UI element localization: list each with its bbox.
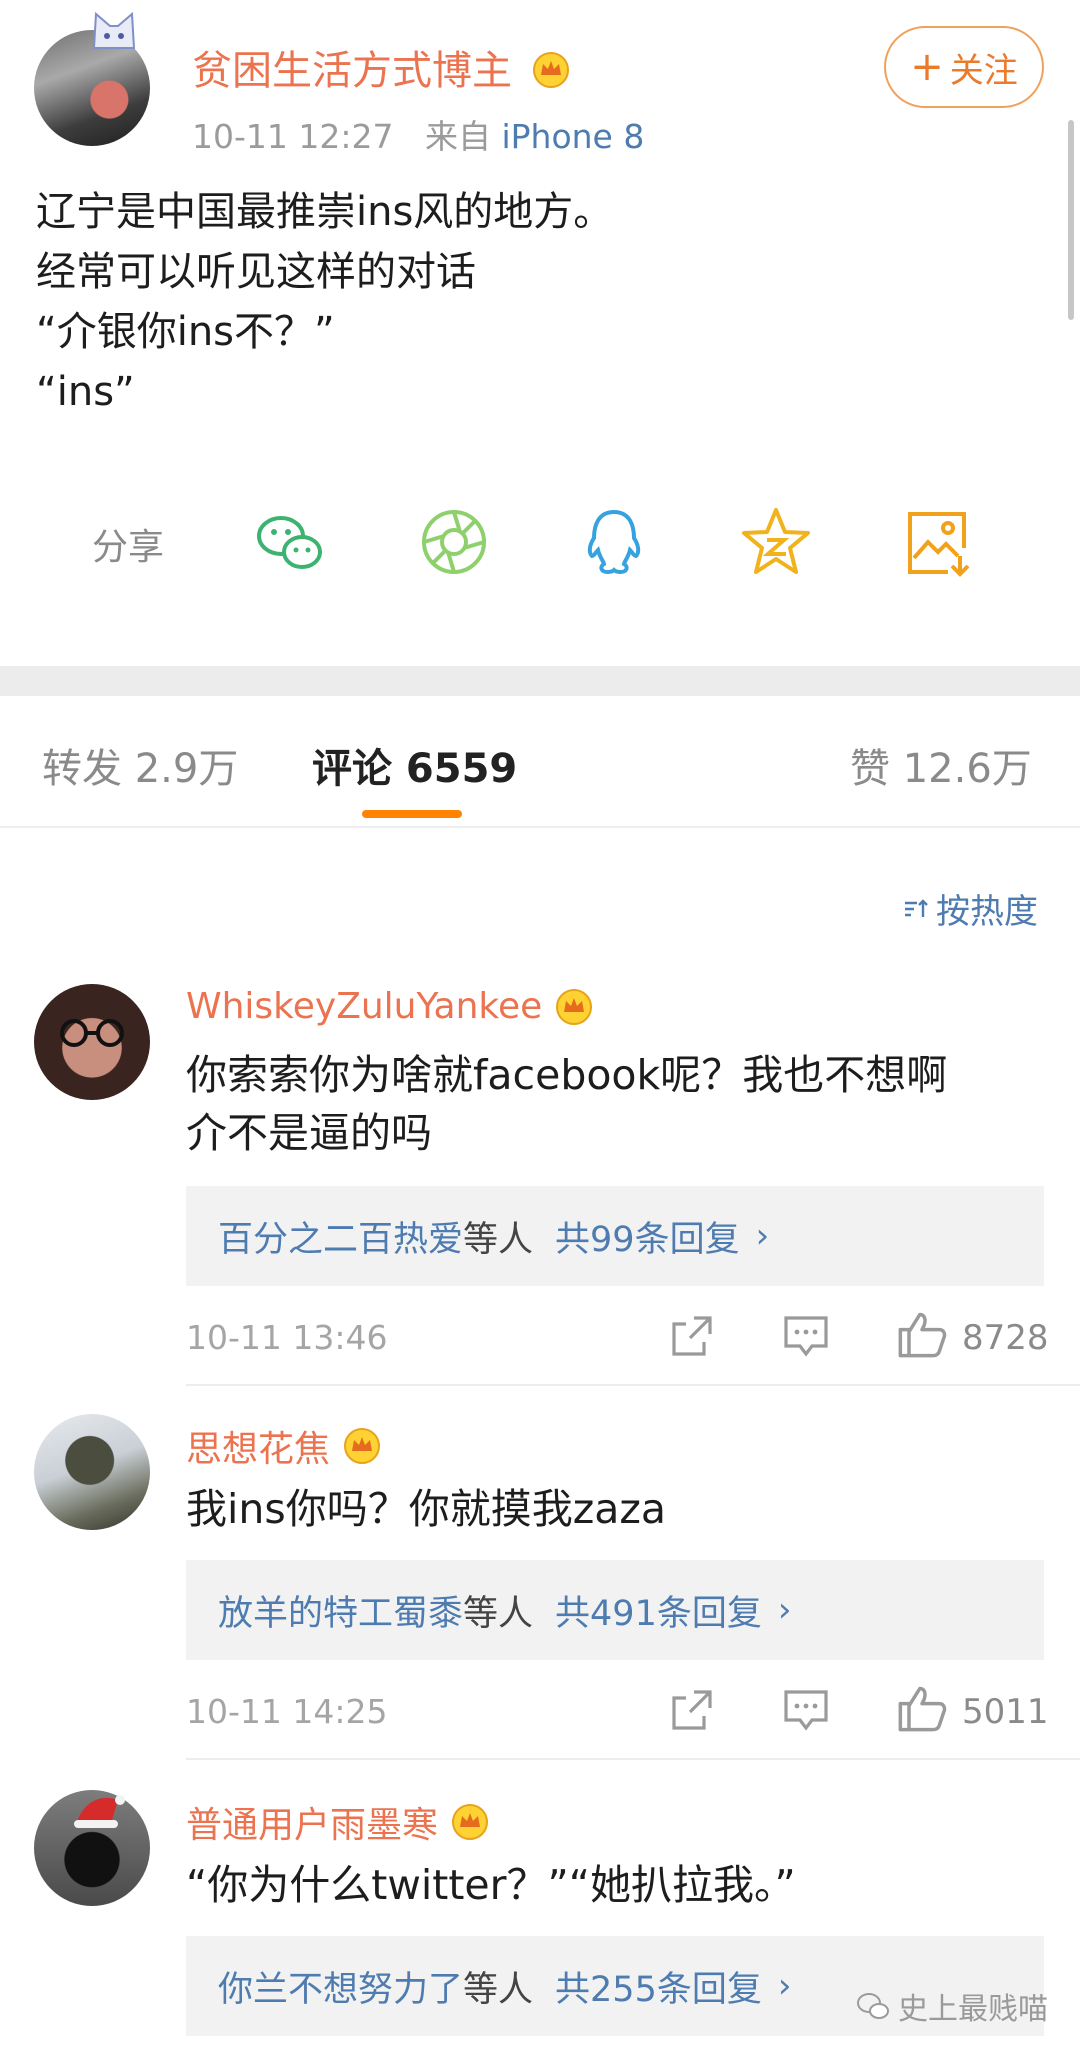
replies-summary[interactable]: 放羊的特工蜀黍 等人 共491条回复 ›	[186, 1560, 1044, 1660]
qzone-icon[interactable]	[736, 502, 816, 582]
section-divider-band	[0, 666, 1080, 696]
moments-icon[interactable]	[414, 502, 494, 582]
post-time: 10-11 12:27	[192, 117, 394, 156]
vip-crown-icon	[556, 988, 593, 1025]
reply-user[interactable]: 你兰不想努力了	[218, 1961, 463, 2012]
like-icon[interactable]	[896, 1682, 948, 1734]
comment-text: 我ins你吗？你就摸我zaza	[186, 1485, 667, 1533]
share-label: 分享	[92, 527, 165, 568]
comment-text: “你为什么twitter？”“她扒拉我。”	[186, 1861, 796, 1909]
wechat-watermark-icon	[857, 1993, 889, 2019]
author-name[interactable]: 贫困生活方式博主	[192, 38, 571, 96]
reply-comment-icon[interactable]	[782, 1312, 830, 1360]
reply-mid-text: 等人	[463, 1219, 534, 1260]
watermark: 史上最贱喵	[856, 1984, 1048, 2028]
glasses-decoration-icon	[60, 1019, 124, 1047]
reply-count: 共491条回复	[555, 1593, 762, 1634]
cat-ears-decoration-icon	[92, 11, 136, 49]
tab-comments[interactable]: 评论 6559	[312, 736, 517, 794]
tab-likes[interactable]: 赞 12.6万	[850, 736, 1032, 794]
like-count: 5011	[962, 1692, 1049, 1732]
share-comment-icon[interactable]	[668, 1312, 716, 1360]
scrollbar[interactable]	[1068, 120, 1074, 320]
like-icon[interactable]	[896, 1308, 948, 1360]
tab-reposts[interactable]: 转发 2.9万	[42, 736, 238, 794]
vip-crown-icon	[452, 1804, 489, 1840]
reply-mid-text: 等人	[463, 1969, 534, 2010]
tabs-divider	[0, 826, 1080, 828]
comment-divider	[186, 1758, 1080, 1760]
watermark-text: 史上最贱喵	[898, 1992, 1048, 2027]
reply-user[interactable]: 放羊的特工蜀黍	[218, 1585, 463, 1636]
reply-comment-icon[interactable]	[782, 1686, 830, 1734]
sort-label: 按热度	[936, 892, 1038, 932]
follow-label: 关注	[949, 50, 1018, 91]
comment-author[interactable]: 思想花焦	[186, 1420, 382, 1472]
reply-count: 共255条回复	[555, 1969, 762, 2010]
reply-user[interactable]: 百分之二百热爱	[218, 1211, 463, 1262]
replies-summary[interactable]: 百分之二百热爱 等人 共99条回复 ›	[186, 1186, 1044, 1286]
chevron-right-icon: ›	[777, 1590, 792, 1630]
post-body: 辽宁是中国最推崇ins风的地方。 经常可以听见这样的对话 “介银你ins不？” …	[36, 189, 614, 415]
comment-author[interactable]: 普通用户雨墨寒	[186, 1796, 490, 1848]
post-source[interactable]: iPhone 8	[501, 117, 644, 156]
comment-divider	[186, 1384, 1080, 1386]
post-meta: 10-11 12:27 来自 iPhone 8	[192, 110, 644, 158]
active-tab-indicator	[362, 810, 462, 818]
sort-by-hot-button[interactable]: 按热度	[902, 884, 1038, 933]
share-comment-icon[interactable]	[668, 1686, 716, 1734]
comment-text: 你索索你为啥就facebook呢？我也不想啊 介不是逼的吗	[186, 1051, 948, 1157]
sort-icon	[905, 898, 928, 917]
chevron-right-icon: ›	[755, 1216, 770, 1256]
comment-time: 10-11 14:25	[186, 1692, 388, 1731]
reply-mid-text: 等人	[463, 1593, 534, 1634]
reply-count: 共99条回复	[555, 1219, 740, 1260]
source-prefix: 来自	[424, 117, 491, 156]
vip-crown-icon	[344, 1428, 381, 1464]
qq-icon[interactable]	[574, 502, 654, 582]
follow-button[interactable]: + 关注	[884, 26, 1044, 108]
plus-icon: +	[910, 44, 944, 90]
wechat-icon[interactable]	[250, 502, 330, 582]
comment-avatar[interactable]	[34, 1414, 150, 1530]
comment-time: 10-11 13:46	[186, 1318, 388, 1357]
chevron-right-icon: ›	[777, 1966, 792, 2006]
comment-author[interactable]: WhiskeyZuluYankee	[186, 986, 594, 1027]
like-count: 8728	[962, 1318, 1049, 1358]
santa-hat-decoration-icon	[74, 1795, 125, 1828]
save-image-icon[interactable]	[898, 502, 978, 582]
vip-crown-icon	[532, 52, 569, 88]
